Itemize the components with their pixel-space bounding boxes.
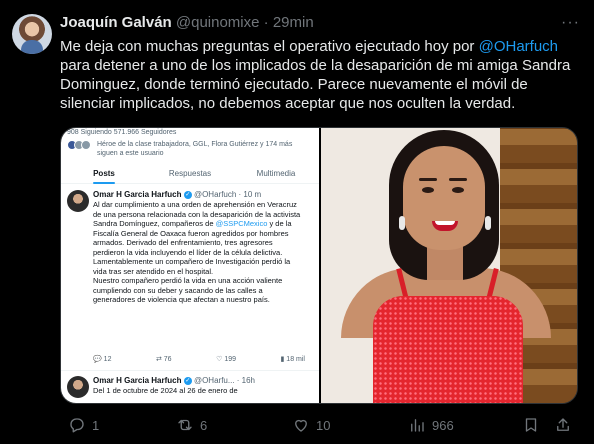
views-icon <box>411 419 424 432</box>
share-icon <box>557 418 569 431</box>
reply-icon <box>70 418 84 433</box>
embedded-mention: @SSPCMexico <box>215 219 268 228</box>
profile-tabs: Posts Respuestas Multimedia <box>61 166 319 184</box>
embedded-post-header: Omar H Garcia Harfuch ✓ @OHarfu... · 16h <box>93 376 255 386</box>
embedded-likes: ♡ 199 <box>216 356 236 363</box>
embedded-views-count: 18 mil <box>286 356 305 363</box>
embedded-views: ▮ 18 mil <box>280 356 305 363</box>
embedded-post-body: Al dar cumplimiento a una orden de apreh… <box>93 200 305 305</box>
tweet-text: Me deja con muchas preguntas el operativ… <box>60 37 580 113</box>
embedded-avatar <box>67 190 89 212</box>
embedded-post-header: Omar H Garcia Harfuch ✓ @OHarfuch · 10 m <box>93 190 261 200</box>
views-button[interactable]: 966 <box>408 416 454 434</box>
tab-posts: Posts <box>61 166 147 184</box>
tweet: Joaquín Galván @quinomixe · 29min ··· Me… <box>0 0 594 444</box>
photo-dress <box>373 296 523 403</box>
more-horizontal-icon[interactable]: ··· <box>561 14 580 32</box>
reply-count: 1 <box>92 417 100 433</box>
photo-earring <box>485 216 491 230</box>
verified-icon: ✓ <box>183 190 192 199</box>
like-button[interactable]: 10 <box>292 416 330 434</box>
tweet-header: Joaquín Galván @quinomixe · 29min <box>60 14 314 31</box>
bookmark-button[interactable] <box>522 416 540 434</box>
photo-face <box>403 146 485 250</box>
photo-brow <box>449 178 467 181</box>
profile-counts: 908 Siguiendo 571.966 Seguidores <box>67 129 177 136</box>
embedded-likes-count: 199 <box>224 356 236 363</box>
embedded-replies: 💬 12 <box>93 356 112 363</box>
heart-icon <box>295 419 307 432</box>
tweet-time[interactable]: 29min <box>273 14 314 31</box>
author-name[interactable]: Joaquín Galván <box>60 14 172 31</box>
follower-avatars <box>67 140 91 150</box>
embedded-avatar <box>67 376 89 398</box>
followed-by: Héroe de la clase trabajadora, GGL, Flor… <box>67 140 307 158</box>
like-count: 10 <box>316 417 331 433</box>
bookmark-icon <box>525 418 537 432</box>
embedded-author-name: Omar H Garcia Harfuch <box>93 190 182 199</box>
embedded-reposts-count: 76 <box>163 356 172 363</box>
photo-earring <box>399 216 405 230</box>
embedded-reposts: ⇄ 76 <box>155 356 172 363</box>
tab-multimedia: Multimedia <box>256 169 296 178</box>
embedded-post-body: Del 1 de octubre de 2024 al 26 de enero … <box>93 386 238 395</box>
media-grid: 908 Siguiendo 571.966 Seguidores Héroe d… <box>60 127 578 404</box>
repost-button[interactable]: 6 <box>176 416 207 434</box>
photo-eye <box>422 187 434 193</box>
action-bar: 1 6 10 966 <box>60 414 580 436</box>
embedded-body-part: y de la Fiscalía General de Oaxaca fuero… <box>93 219 292 304</box>
media-photo[interactable] <box>321 128 577 403</box>
embedded-author-name: Omar H Garcia Harfuch <box>93 376 182 385</box>
embedded-author-handle: @OHarfu... · 16h <box>193 376 255 385</box>
view-count: 966 <box>432 417 454 433</box>
photo-eye <box>452 187 464 193</box>
tweet-text-part: Me deja con muchas preguntas el operativ… <box>60 38 479 55</box>
tweet-text-part: para detener a uno de los implicados de … <box>60 57 571 112</box>
share-button[interactable] <box>554 416 572 434</box>
header-separator: · <box>263 14 269 31</box>
verified-icon: ✓ <box>183 376 192 385</box>
embedded-author-handle: @OHarfuch · 10 m <box>193 190 262 199</box>
reply-button[interactable]: 1 <box>68 416 99 434</box>
author-avatar[interactable] <box>12 14 52 54</box>
mention-link[interactable]: @OHarfuch <box>479 38 558 55</box>
author-handle[interactable]: @quinomixe <box>176 14 260 31</box>
photo-brow <box>419 178 437 181</box>
embedded-post-stats: 💬 12 ⇄ 76 ♡ 199 ▮ 18 mil <box>93 355 305 365</box>
media-screenshot[interactable]: 908 Siguiendo 571.966 Seguidores Héroe d… <box>61 128 319 403</box>
embedded-replies-count: 12 <box>103 356 112 363</box>
photo-teeth <box>435 221 455 225</box>
repost-count: 6 <box>200 417 208 433</box>
repost-icon <box>178 419 192 431</box>
tab-respuestas: Respuestas <box>168 169 212 178</box>
post-divider <box>61 370 319 371</box>
followed-by-text: Héroe de la clase trabajadora, GGL, Flor… <box>97 141 293 157</box>
